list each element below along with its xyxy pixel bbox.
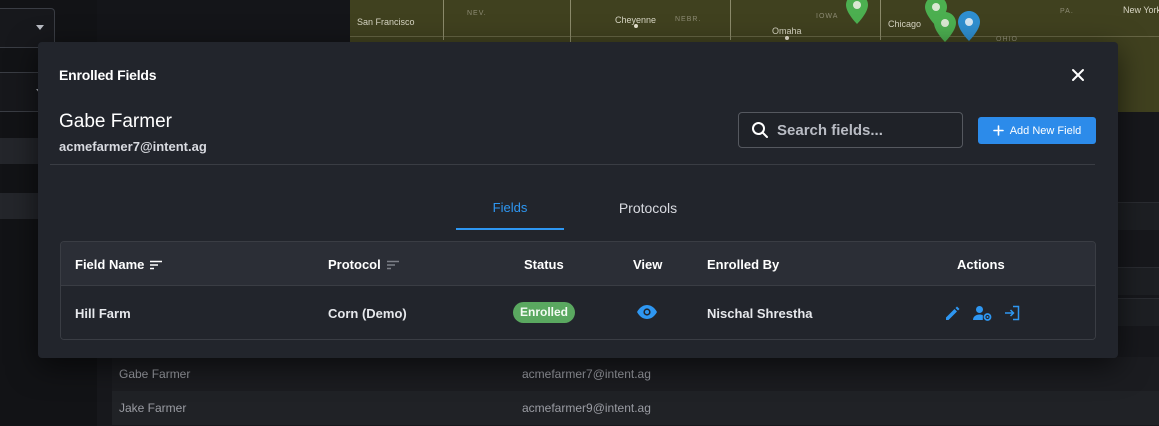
column-header-field-name[interactable]: Field Name xyxy=(75,257,163,272)
edit-icon[interactable] xyxy=(944,305,961,322)
map-label: NEBR. xyxy=(675,16,702,23)
sort-icon[interactable] xyxy=(386,260,399,270)
manage-user-icon[interactable] xyxy=(973,305,993,322)
tab-fields[interactable]: Fields xyxy=(456,200,564,215)
search-field[interactable] xyxy=(738,112,963,148)
column-header-view: View xyxy=(633,257,663,272)
background-row xyxy=(1117,202,1159,230)
enrolled-by-cell: Nischal Shrestha xyxy=(707,306,813,321)
close-icon[interactable] xyxy=(1069,66,1087,84)
background-row xyxy=(1117,298,1159,326)
active-tab-indicator xyxy=(456,228,564,230)
map-label: Chicago xyxy=(888,19,922,29)
table-row[interactable]: Gabe Farmer acmefarmer7@intent.ag xyxy=(112,357,1159,391)
table-row[interactable]: Hill Farm Corn (Demo) Enrolled Nischal S… xyxy=(61,286,1095,339)
divider xyxy=(50,164,1095,165)
map-label: IOWA xyxy=(816,13,839,20)
map-label: New York xyxy=(1123,5,1159,15)
map-label: PA. xyxy=(1060,8,1074,15)
map-pin-icon[interactable] xyxy=(846,0,868,24)
column-header-status: Status xyxy=(524,257,564,272)
map-label: NEV. xyxy=(467,10,487,17)
user-name: Gabe Farmer xyxy=(59,111,172,132)
plus-icon xyxy=(992,125,1004,136)
map-label: Omaha xyxy=(772,26,802,36)
map-pin-icon[interactable] xyxy=(958,11,980,41)
background-user-email: acmefarmer7@intent.ag xyxy=(522,367,651,381)
background-user-name: Jake Farmer xyxy=(119,401,187,415)
fields-table: Field Name Protocol Status View Enrolled… xyxy=(60,241,1096,340)
table-row[interactable]: Jake Farmer acmefarmer9@intent.ag xyxy=(112,391,1159,425)
tab-protocols[interactable]: Protocols xyxy=(598,200,698,216)
map-label: Cheyenne xyxy=(615,15,657,25)
status-badge: Enrolled xyxy=(513,302,576,323)
column-header-protocol[interactable]: Protocol xyxy=(328,257,399,272)
background-user-name: Gabe Farmer xyxy=(119,367,191,381)
add-new-field-label: Add New Field xyxy=(1009,124,1082,137)
sort-icon[interactable] xyxy=(150,260,163,270)
enrolled-fields-modal: Enrolled Fields Gabe Farmer acmefarmer7@… xyxy=(38,42,1118,358)
search-input[interactable] xyxy=(777,121,947,139)
login-icon[interactable] xyxy=(1004,305,1021,321)
map-label: San Francisco xyxy=(357,17,415,27)
background-row xyxy=(1117,267,1159,295)
search-icon xyxy=(752,122,768,138)
field-name-cell: Hill Farm xyxy=(75,306,131,321)
chevron-down-icon xyxy=(36,25,44,30)
column-header-actions: Actions xyxy=(957,257,1005,272)
table-header: Field Name Protocol Status View Enrolled… xyxy=(61,242,1095,286)
map-pin-icon[interactable] xyxy=(934,12,956,42)
modal-title: Enrolled Fields xyxy=(59,67,157,83)
eye-icon[interactable] xyxy=(636,304,658,320)
protocol-cell: Corn (Demo) xyxy=(328,306,407,321)
background-user-email: acmefarmer9@intent.ag xyxy=(522,401,651,415)
user-email: acmefarmer7@intent.ag xyxy=(59,139,207,154)
add-new-field-button[interactable]: Add New Field xyxy=(978,117,1096,144)
column-header-enrolled-by: Enrolled By xyxy=(707,257,780,272)
